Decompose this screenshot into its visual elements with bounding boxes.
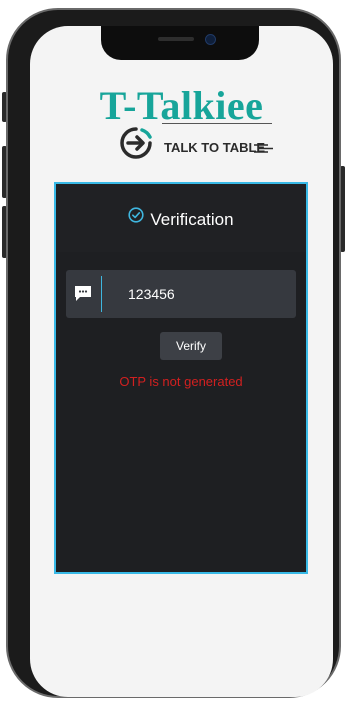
phone-screen: T-Talkiee TALK TO TABLE Verification 123…	[30, 26, 333, 697]
brand-tagline: TALK TO TABLE	[164, 140, 266, 155]
otp-input-field[interactable]: 123456	[66, 270, 296, 318]
camera-icon	[205, 34, 216, 45]
speaker-grille	[158, 37, 194, 41]
error-message: OTP is not generated	[119, 374, 243, 389]
otp-value[interactable]: 123456	[128, 286, 175, 302]
verification-header: Verification	[56, 184, 306, 252]
logo-icon	[120, 127, 152, 159]
verification-panel: Verification 123456 Verify OTP is not ge…	[54, 182, 308, 574]
check-circle-icon	[128, 207, 145, 223]
phone-frame: T-Talkiee TALK TO TABLE Verification 123…	[6, 8, 341, 698]
phone-notch	[101, 26, 259, 60]
input-divider	[101, 276, 102, 312]
speed-lines-icon	[254, 144, 273, 153]
message-icon	[75, 286, 91, 301]
verify-button[interactable]: Verify	[160, 332, 222, 360]
brand-divider	[162, 123, 272, 124]
verification-title: Verification	[150, 210, 234, 229]
brand-title: T-Talkiee	[99, 83, 264, 128]
